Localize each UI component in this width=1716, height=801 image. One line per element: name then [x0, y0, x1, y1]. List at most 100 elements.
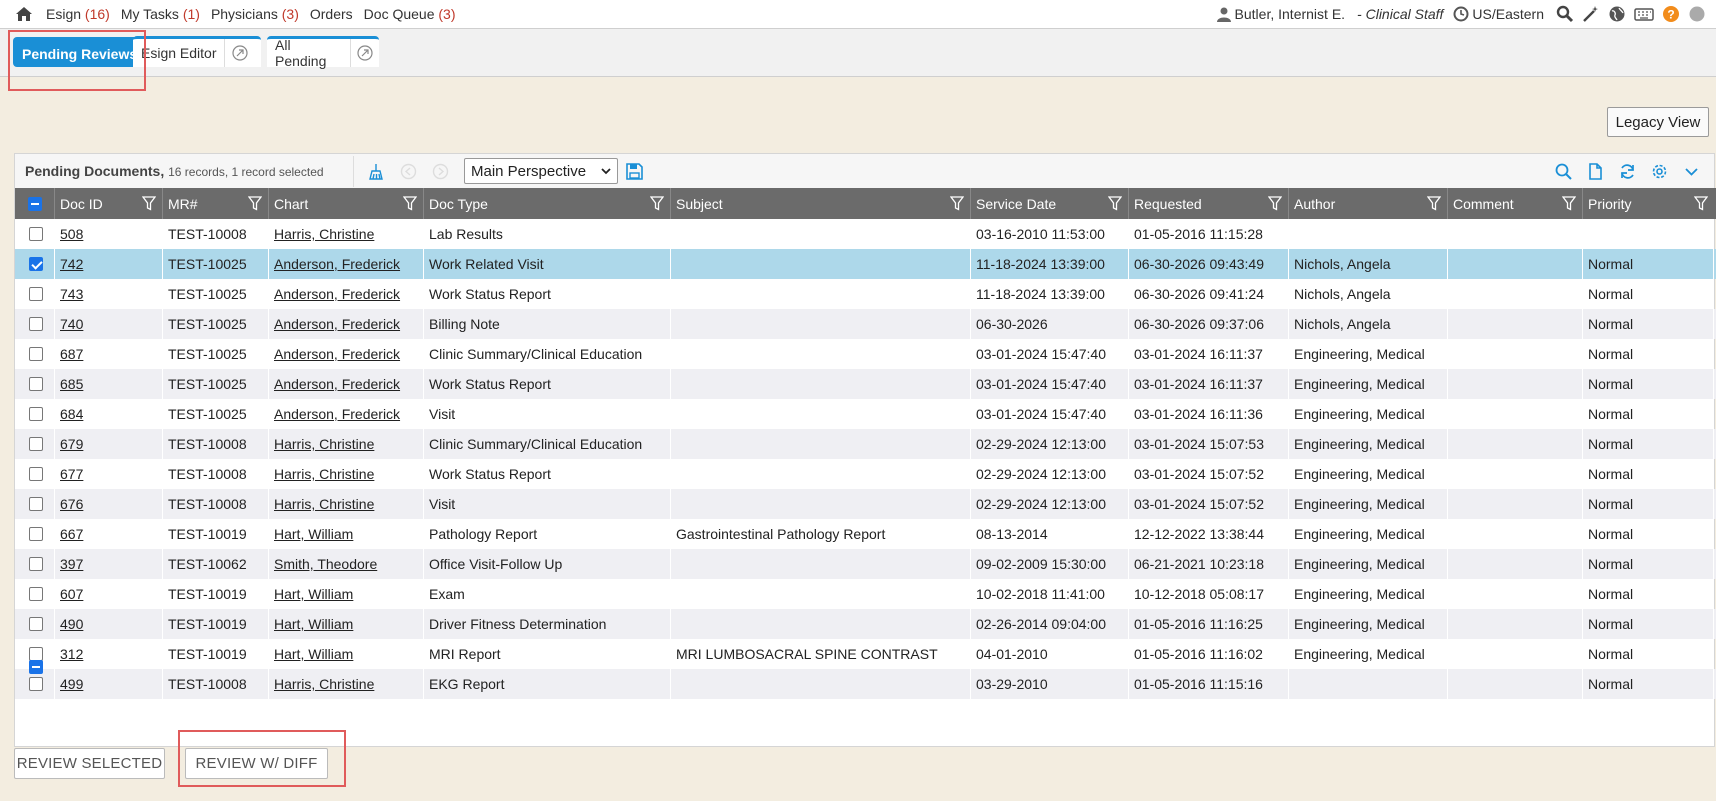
chart-link[interactable]: Harris, Christine — [274, 436, 374, 452]
nav-my-tasks[interactable]: My Tasks (1) — [121, 6, 200, 22]
home-icon[interactable] — [15, 6, 33, 22]
row-checkbox[interactable] — [29, 677, 43, 691]
tab-esign-editor[interactable]: Esign Editor — [133, 36, 261, 67]
table-row[interactable]: 687 TEST-10025 Anderson, Frederick Clinic S… — [15, 339, 1716, 369]
row-checkbox[interactable] — [29, 647, 43, 661]
doc-id-link[interactable]: 676 — [60, 496, 83, 512]
chart-link[interactable]: Harris, Christine — [274, 496, 374, 512]
chart-link[interactable]: Anderson, Frederick — [274, 406, 400, 422]
filter-icon[interactable] — [950, 196, 964, 211]
chart-link[interactable]: Anderson, Frederick — [274, 376, 400, 392]
doc-id-link[interactable]: 397 — [60, 556, 83, 572]
gear-icon[interactable] — [1651, 163, 1668, 180]
table-row[interactable]: 677 TEST-10008 Harris, Christine Work Statu… — [15, 459, 1716, 489]
filter-icon[interactable] — [1694, 196, 1708, 211]
filter-icon[interactable] — [403, 196, 417, 211]
table-row[interactable]: 743 TEST-10025 Anderson, Frederick Work Sta… — [15, 279, 1716, 309]
save-icon[interactable] — [626, 163, 643, 180]
tab-all-pending[interactable]: All Pending — [267, 36, 379, 69]
table-row[interactable]: 312 TEST-10019 Hart, William MRI Report MRI … — [15, 639, 1716, 669]
filter-icon[interactable] — [1108, 196, 1122, 211]
chart-link[interactable]: Anderson, Frederick — [274, 256, 400, 272]
footer-select-checkbox[interactable] — [29, 660, 43, 677]
table-row[interactable]: 397 TEST-10062 Smith, Theodore Office Visit… — [15, 549, 1716, 579]
doc-id-link[interactable]: 679 — [60, 436, 83, 452]
doc-id-link[interactable]: 677 — [60, 466, 83, 482]
filter-icon[interactable] — [142, 196, 156, 211]
nav-orders[interactable]: Orders — [310, 6, 353, 22]
chart-link[interactable]: Hart, William — [274, 646, 353, 662]
doc-id-link[interactable]: 312 — [60, 646, 83, 662]
table-row[interactable]: 685 TEST-10025 Anderson, Frederick Work Sta… — [15, 369, 1716, 399]
row-checkbox[interactable] — [29, 467, 43, 481]
table-row[interactable]: 684 TEST-10025 Anderson, Frederick Visit 03-… — [15, 399, 1716, 429]
table-row[interactable]: 490 TEST-10019 Hart, William Driver Fitness… — [15, 609, 1716, 639]
doc-id-link[interactable]: 508 — [60, 226, 83, 242]
chart-link[interactable]: Hart, William — [274, 616, 353, 632]
filter-icon[interactable] — [1268, 196, 1282, 211]
column-header[interactable]: Doc Type — [424, 188, 671, 219]
nav-esign[interactable]: Esign (16) — [46, 6, 110, 22]
chart-link[interactable]: Anderson, Frederick — [274, 346, 400, 362]
table-row[interactable]: 679 TEST-10008 Harris, Christine Clinic Sum… — [15, 429, 1716, 459]
filter-icon[interactable] — [1427, 196, 1441, 211]
chart-link[interactable]: Harris, Christine — [274, 466, 374, 482]
chart-link[interactable]: Smith, Theodore — [274, 556, 377, 572]
row-checkbox[interactable] — [29, 587, 43, 601]
row-checkbox[interactable] — [29, 347, 43, 361]
globe-icon[interactable] — [1608, 5, 1626, 23]
previous-icon[interactable] — [400, 163, 417, 180]
magic-wand-icon[interactable] — [1582, 5, 1600, 23]
row-checkbox[interactable] — [29, 437, 43, 451]
row-checkbox[interactable] — [29, 377, 43, 391]
row-checkbox[interactable] — [29, 317, 43, 331]
doc-id-link[interactable]: 499 — [60, 676, 83, 692]
next-icon[interactable] — [432, 163, 449, 180]
column-header[interactable]: Doc ID — [55, 188, 163, 219]
row-checkbox[interactable] — [29, 257, 43, 271]
row-checkbox[interactable] — [29, 557, 43, 571]
filter-icon[interactable] — [650, 196, 664, 211]
tab-esign-editor-open[interactable] — [224, 39, 254, 67]
column-header[interactable]: Subject — [671, 188, 971, 219]
keyboard-icon[interactable] — [1634, 5, 1654, 23]
table-row[interactable]: 667 TEST-10019 Hart, William Pathology Repo… — [15, 519, 1716, 549]
column-header[interactable]: Service Date — [971, 188, 1129, 219]
table-row[interactable]: 508 TEST-10008 Harris, Christine Lab Result… — [15, 219, 1716, 249]
doc-id-link[interactable]: 607 — [60, 586, 83, 602]
row-checkbox[interactable] — [29, 617, 43, 631]
column-header[interactable]: Comment — [1448, 188, 1583, 219]
column-header[interactable]: MR# — [163, 188, 269, 219]
broom-icon[interactable] — [368, 163, 385, 180]
row-checkbox[interactable] — [29, 287, 43, 301]
chart-link[interactable]: Harris, Christine — [274, 676, 374, 692]
perspective-select[interactable]: Main Perspective — [464, 158, 618, 184]
refresh-icon[interactable] — [1619, 163, 1636, 180]
table-row[interactable]: 676 TEST-10008 Harris, Christine Visit 02-29… — [15, 489, 1716, 519]
filter-icon[interactable] — [248, 196, 262, 211]
table-row[interactable]: 740 TEST-10025 Anderson, Frederick Billing … — [15, 309, 1716, 339]
chevron-down-icon[interactable] — [1683, 163, 1700, 180]
table-row[interactable]: 499 TEST-10008 Harris, Christine EKG Report… — [15, 669, 1716, 699]
row-checkbox[interactable] — [29, 227, 43, 241]
user-name[interactable]: Butler, Internist E. — [1235, 6, 1346, 22]
tab-all-pending-open[interactable] — [350, 39, 379, 67]
row-checkbox[interactable] — [29, 527, 43, 541]
row-checkbox[interactable] — [29, 407, 43, 421]
chart-link[interactable]: Anderson, Frederick — [274, 316, 400, 332]
search-icon[interactable] — [1556, 5, 1574, 23]
help-icon[interactable]: ? — [1662, 5, 1680, 23]
table-row[interactable]: 607 TEST-10019 Hart, William Exam 10-02-2018… — [15, 579, 1716, 609]
doc-id-link[interactable]: 667 — [60, 526, 83, 542]
row-checkbox[interactable] — [29, 497, 43, 511]
doc-id-link[interactable]: 743 — [60, 286, 83, 302]
column-header[interactable]: Chart — [269, 188, 424, 219]
column-header[interactable]: Priority — [1583, 188, 1714, 219]
document-icon[interactable] — [1587, 163, 1604, 180]
chart-link[interactable]: Anderson, Frederick — [274, 286, 400, 302]
doc-id-link[interactable]: 685 — [60, 376, 83, 392]
review-selected-button[interactable]: REVIEW SELECTED — [14, 748, 165, 779]
nav-doc-queue[interactable]: Doc Queue (3) — [364, 6, 456, 22]
filter-icon[interactable] — [1562, 196, 1576, 211]
column-header[interactable]: Author — [1289, 188, 1448, 219]
